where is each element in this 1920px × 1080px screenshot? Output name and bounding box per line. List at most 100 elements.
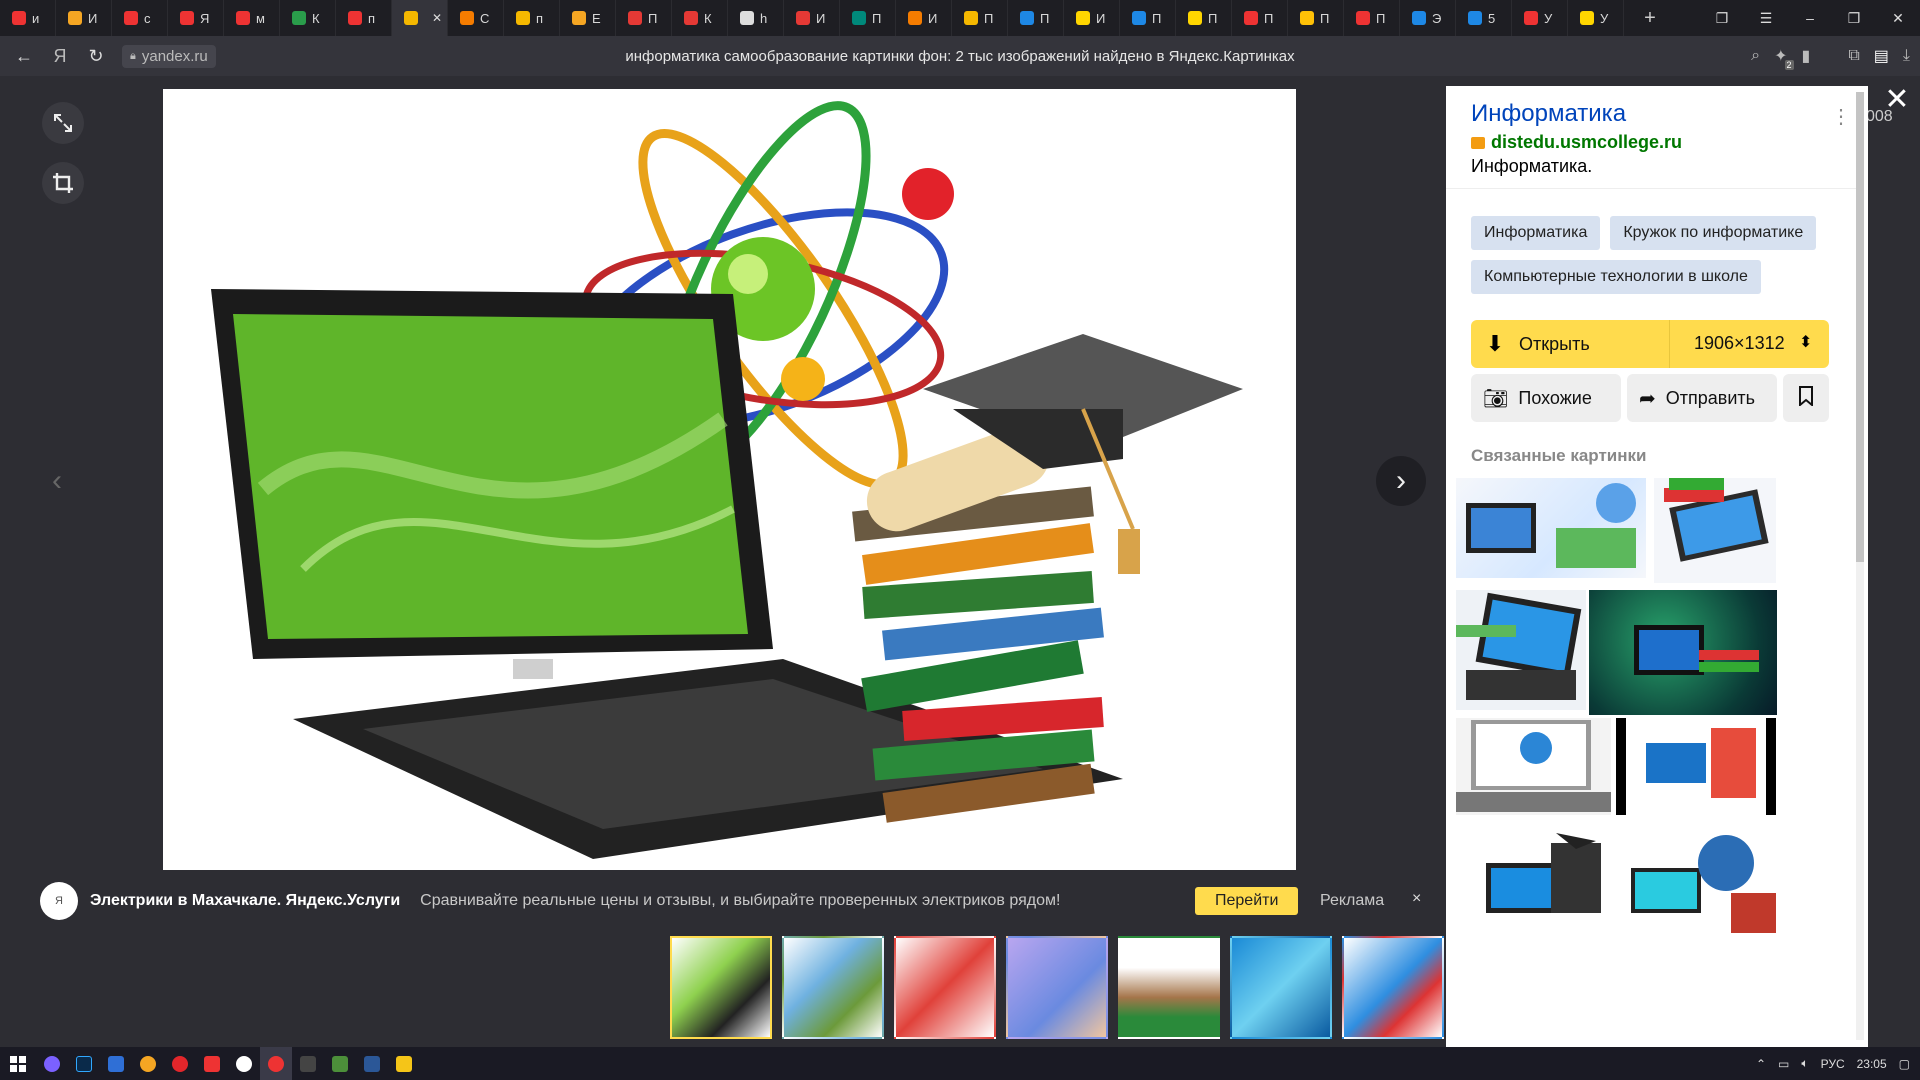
related-image[interactable] [1456, 478, 1646, 578]
browser-tab[interactable]: П [616, 0, 672, 36]
scrollbar-thumb[interactable] [1856, 92, 1864, 562]
network-icon[interactable]: ▭ [1778, 1057, 1789, 1071]
browser-tab[interactable]: и [0, 0, 56, 36]
related-image[interactable] [1616, 718, 1776, 815]
search-tag[interactable]: Компьютерные технологии в школе [1471, 260, 1761, 294]
search-tag[interactable]: Кружок по информатике [1610, 216, 1817, 250]
cortana-icon[interactable] [36, 1047, 68, 1080]
minecraft-icon[interactable] [324, 1047, 356, 1080]
browser-tab[interactable]: К [672, 0, 728, 36]
browser-tab[interactable]: У [1512, 0, 1568, 36]
image-size-select[interactable]: 1906×1312 [1694, 333, 1785, 354]
save-icon[interactable] [100, 1047, 132, 1080]
browser-tab[interactable]: П [1232, 0, 1288, 36]
protect-icon[interactable]: ▤ [1874, 46, 1889, 66]
browser-tab[interactable]: У [1568, 0, 1624, 36]
next-image-button[interactable]: › [1376, 456, 1426, 506]
browser-tab[interactable]: ✕ [392, 0, 448, 36]
word-icon[interactable] [356, 1047, 388, 1080]
yandex-home-icon[interactable]: Я [42, 46, 78, 67]
browser-tab[interactable]: П [952, 0, 1008, 36]
browser-tab[interactable]: С [448, 0, 504, 36]
file-explorer-icon[interactable] [388, 1047, 420, 1080]
main-image[interactable] [163, 89, 1296, 870]
back-button[interactable]: ← [6, 46, 42, 67]
notifications-icon[interactable]: ▢ [1899, 1057, 1910, 1071]
related-image[interactable] [1456, 823, 1616, 938]
photoshop-icon[interactable] [68, 1047, 100, 1080]
browser-tab[interactable]: П [1120, 0, 1176, 36]
opera-icon[interactable] [164, 1047, 196, 1080]
browser-tab[interactable]: И [56, 0, 112, 36]
yandex-browser-icon[interactable] [260, 1047, 292, 1080]
thumbnail-laptop-atom[interactable] [670, 936, 772, 1039]
sidebar-scrollbar[interactable] [1856, 92, 1864, 1040]
minimize-button[interactable]: – [1788, 10, 1832, 26]
extensions-icon[interactable]: ✦ 2 [1774, 46, 1794, 70]
search-tag[interactable]: Информатика [1471, 216, 1601, 250]
related-image[interactable] [1456, 718, 1611, 815]
thumbnail-blue-book[interactable] [1230, 936, 1332, 1039]
open-button[interactable]: ⬇ Открыть 1906×1312 ⬍ [1471, 320, 1829, 368]
browser-tab[interactable]: п [504, 0, 560, 36]
similar-button[interactable]: 📷︎ Похожие [1471, 374, 1621, 422]
ad-go-button[interactable]: Перейти [1195, 887, 1299, 915]
source-domain[interactable]: distedu.usmcollege.ru [1471, 132, 1682, 153]
bookmark-icon[interactable]: ▮ [1802, 46, 1811, 66]
maximize-button[interactable]: ❐ [1832, 10, 1876, 27]
share-button[interactable]: ➦ Отправить [1627, 374, 1777, 422]
browser-tab[interactable]: И [896, 0, 952, 36]
browser-tab[interactable]: h [728, 0, 784, 36]
triangle-app-icon[interactable] [132, 1047, 164, 1080]
language-indicator[interactable]: РУС [1821, 1057, 1845, 1071]
browser-tab[interactable]: Я [168, 0, 224, 36]
new-tab-button[interactable]: + [1632, 0, 1668, 36]
browser-tab[interactable]: м [224, 0, 280, 36]
browser-tab[interactable]: п [336, 0, 392, 36]
close-window-button[interactable]: ✕ [1876, 10, 1920, 27]
calculator-icon[interactable] [292, 1047, 324, 1080]
thumbnail-red-laptop-books[interactable] [894, 936, 996, 1039]
bookmark-button[interactable] [1783, 374, 1829, 422]
download-icon[interactable]: ⤓ [1903, 47, 1910, 65]
prev-image-button[interactable]: ‹ [32, 456, 82, 506]
browser-tab[interactable]: 5 [1456, 0, 1512, 36]
ad-title[interactable]: Электрики в Махачкале. Яндекс.Услуги [90, 892, 400, 910]
windows-start-icon[interactable] [0, 1047, 36, 1080]
url-field[interactable]: 🔒︎ yandex.ru [122, 44, 216, 68]
thumbnail-owl-books[interactable] [1118, 936, 1220, 1039]
thumbnail-laptop-books-blue[interactable] [1342, 936, 1444, 1039]
chevron-up-icon[interactable]: ⌃ [1756, 1057, 1766, 1071]
thumbnail-globe-computer[interactable] [782, 936, 884, 1039]
related-image[interactable] [1654, 478, 1776, 583]
browser-tab[interactable]: П [1344, 0, 1400, 36]
related-image[interactable] [1589, 590, 1777, 715]
browser-tab[interactable]: И [784, 0, 840, 36]
search-image-icon[interactable]: ⌕ [1751, 47, 1760, 65]
menu-icon[interactable]: ☰ [1744, 10, 1788, 27]
browser-tab[interactable]: П [1008, 0, 1064, 36]
thumbnail-purple-illustration[interactable] [1006, 936, 1108, 1039]
crop-icon[interactable] [42, 162, 84, 204]
size-sort-icon[interactable]: ⬍ [1799, 332, 1812, 352]
browser-tab[interactable]: К [280, 0, 336, 36]
collections-icon[interactable]: ⧉ [1848, 47, 1859, 65]
browser-tab[interactable]: П [840, 0, 896, 36]
browser-tab[interactable]: Е [560, 0, 616, 36]
browser-tab[interactable]: с [112, 0, 168, 36]
chrome-icon[interactable] [228, 1047, 260, 1080]
clock[interactable]: 23:05 [1857, 1057, 1887, 1071]
tab-close-icon[interactable]: ✕ [432, 11, 442, 25]
related-image[interactable] [1456, 590, 1586, 710]
related-image[interactable] [1621, 823, 1781, 938]
browser-tab[interactable]: П [1176, 0, 1232, 36]
yandex-app-icon[interactable] [196, 1047, 228, 1080]
ad-close-button[interactable]: × [1412, 890, 1421, 908]
browser-tab[interactable]: И [1064, 0, 1120, 36]
fullscreen-icon[interactable] [42, 102, 84, 144]
reload-button[interactable]: ↻ [78, 46, 114, 67]
source-title[interactable]: Информатика [1471, 100, 1626, 128]
tabs-menu-icon[interactable]: ❐ [1700, 10, 1744, 27]
more-options-icon[interactable]: ⋮ [1831, 104, 1851, 129]
browser-tab[interactable]: Э [1400, 0, 1456, 36]
